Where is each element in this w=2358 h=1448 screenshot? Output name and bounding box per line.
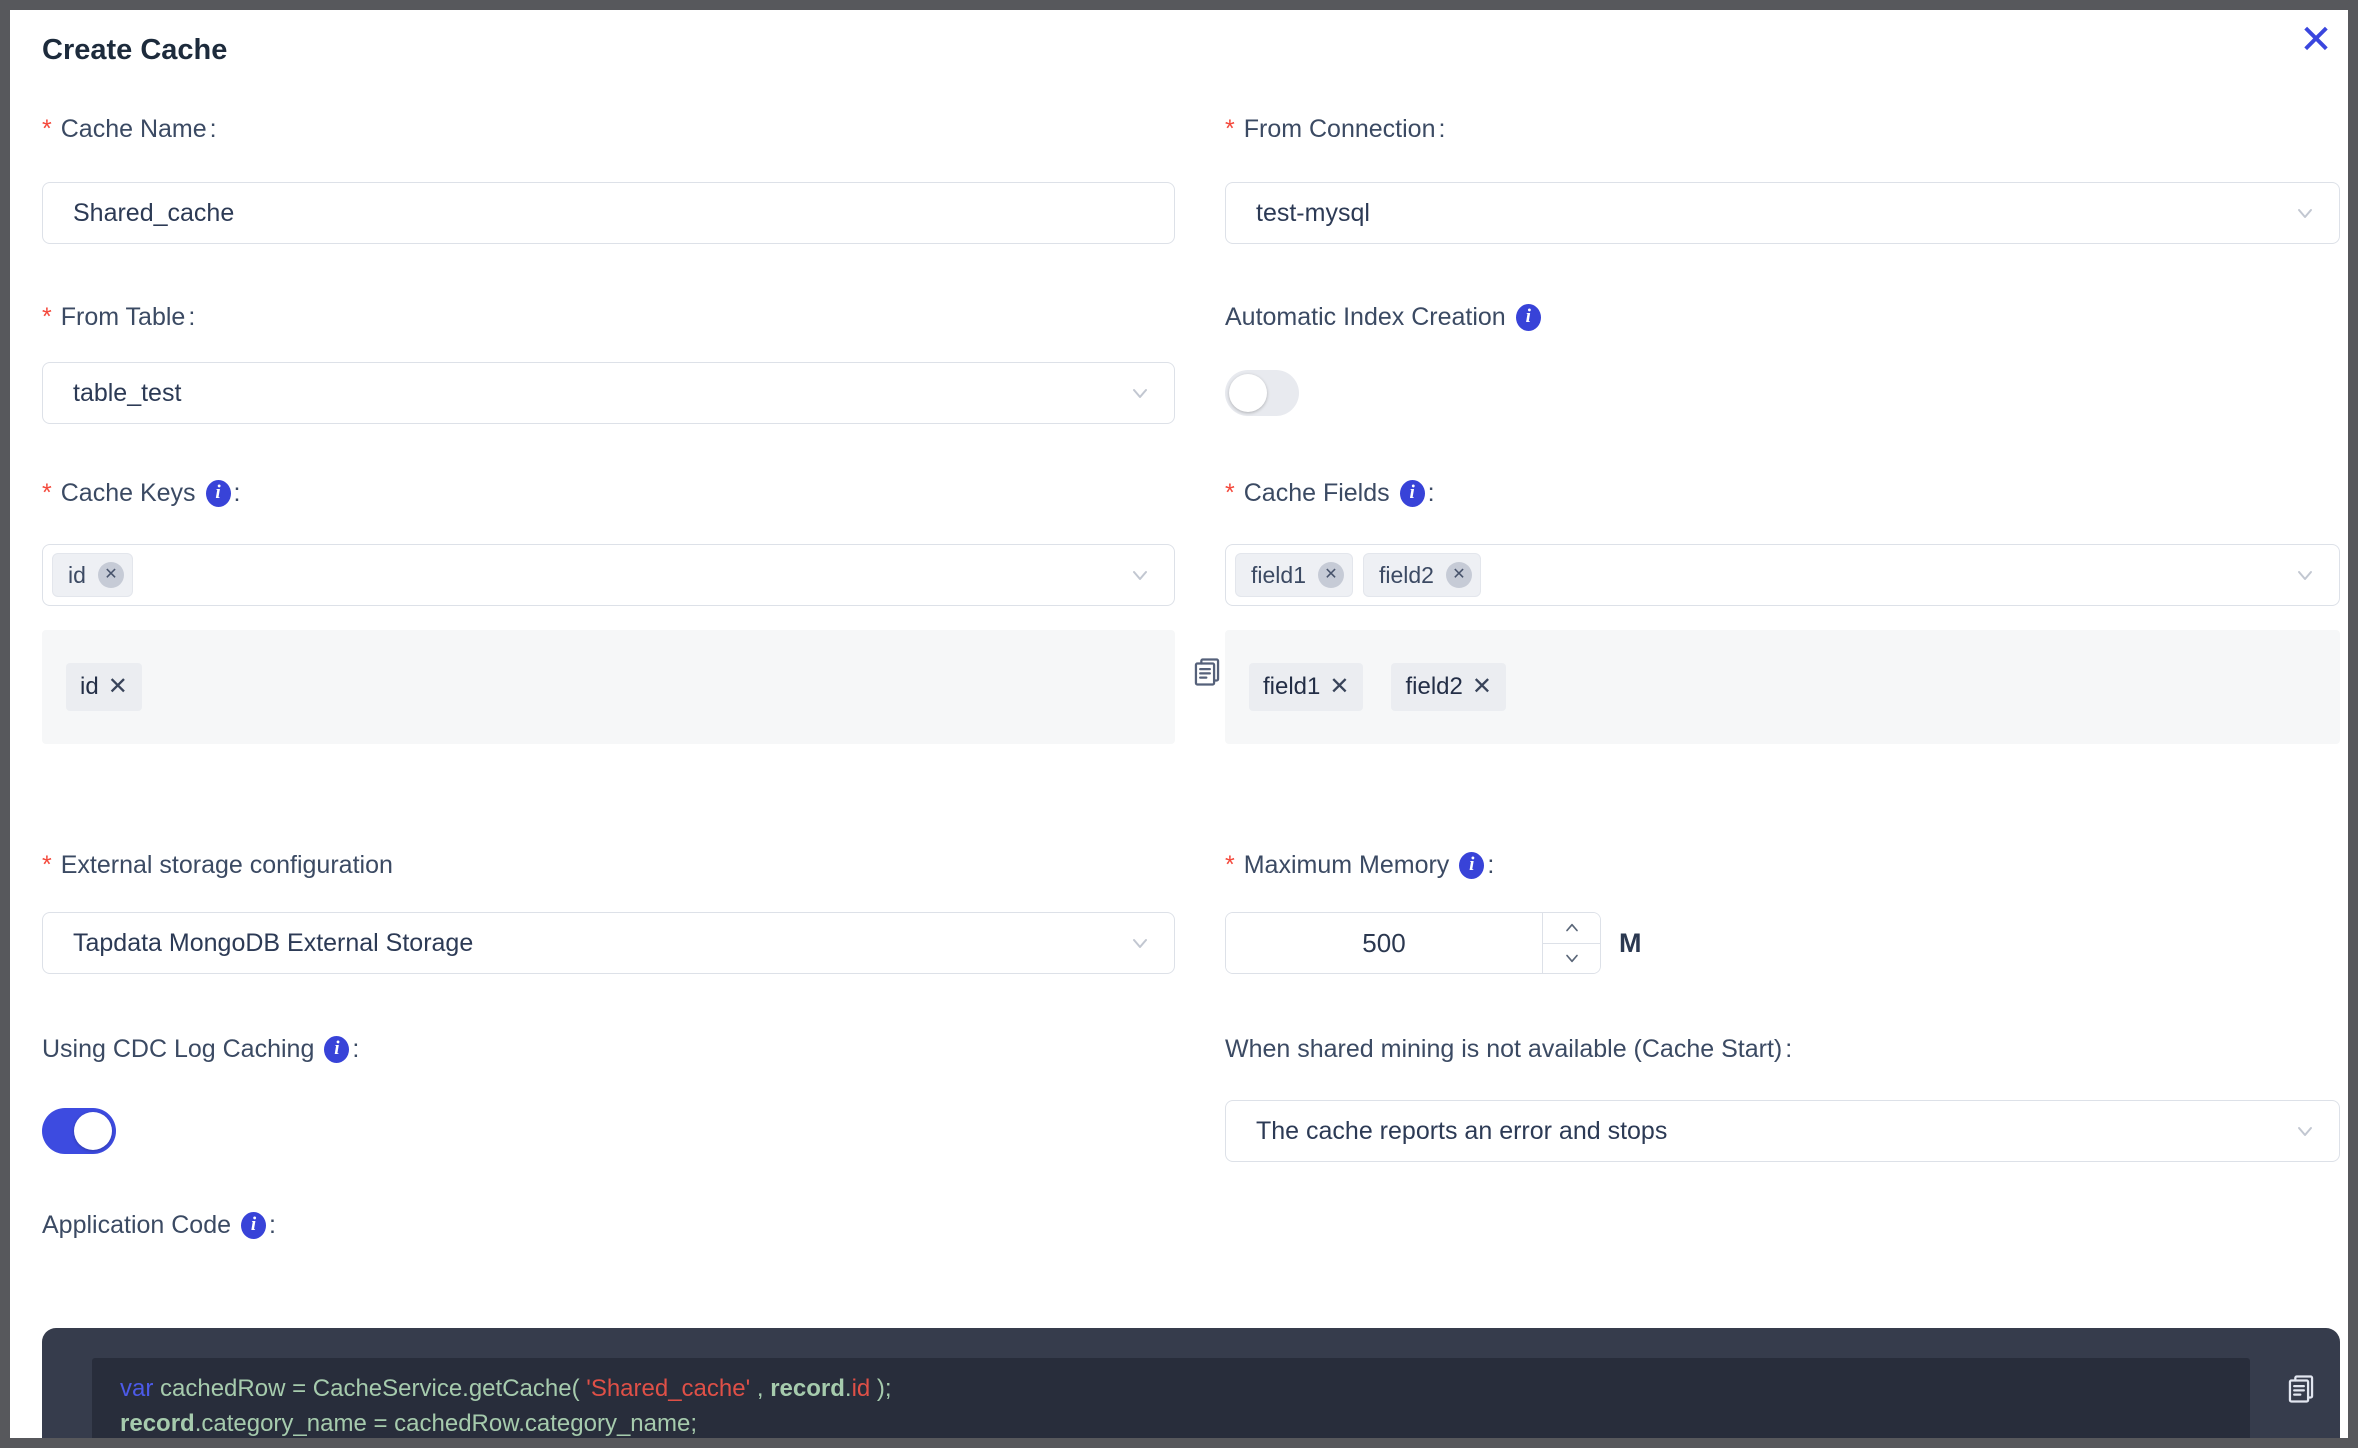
auto-index-label: Automatic Index Creation i: [1225, 300, 2340, 334]
code-content[interactable]: var cachedRow = CacheService.getCache( '…: [92, 1358, 2250, 1448]
max-memory-stepper: [1225, 912, 1601, 974]
from-table-value: table_test: [73, 379, 181, 408]
info-icon[interactable]: i: [206, 480, 231, 507]
spinner-down-icon[interactable]: [1543, 944, 1600, 974]
chevron-down-icon: [2293, 201, 2317, 225]
max-memory-input[interactable]: [1226, 913, 1542, 973]
required-mark: *: [42, 848, 52, 882]
max-memory-unit: M: [1619, 928, 1642, 959]
external-storage-select[interactable]: Tapdata MongoDB External Storage: [42, 912, 1175, 974]
chevron-down-icon: [1128, 381, 1152, 405]
external-storage-label: * External storage configuration: [42, 848, 1175, 882]
cache-start-select[interactable]: The cache reports an error and stops: [1225, 1100, 2340, 1162]
required-mark: *: [42, 300, 52, 334]
chevron-down-icon: [2293, 563, 2317, 587]
chevron-down-icon: [2293, 1119, 2317, 1143]
remove-tag-icon[interactable]: ✕: [1318, 562, 1344, 588]
from-connection-value: test-mysql: [1256, 199, 1370, 228]
cache-keys-label: * Cache Keys i :: [42, 476, 1175, 510]
cache-fields-preview-panel: field1 ✕ field2 ✕: [1225, 630, 2340, 744]
required-mark: *: [42, 112, 52, 146]
from-connection-label: * From Connection:: [1225, 112, 2340, 146]
cache-field-chip: field1 ✕: [1249, 663, 1363, 711]
remove-tag-icon[interactable]: ✕: [98, 562, 124, 588]
toggle-knob: [74, 1112, 112, 1150]
remove-chip-icon[interactable]: ✕: [1472, 675, 1492, 699]
external-storage-value: Tapdata MongoDB External Storage: [73, 929, 473, 958]
cache-field-tag: field2 ✕: [1363, 553, 1481, 597]
required-mark: *: [1225, 112, 1235, 146]
from-table-label: * From Table:: [42, 300, 1175, 334]
application-code-label: Application Code i :: [42, 1208, 2340, 1242]
toggle-knob: [1229, 374, 1267, 412]
chevron-down-icon: [1128, 563, 1152, 587]
cache-keys-select[interactable]: id ✕: [42, 544, 1175, 606]
code-line: record.category_name = cachedRow.categor…: [120, 1406, 2222, 1441]
cache-start-label: When shared mining is not available (Cac…: [1225, 1032, 2340, 1066]
info-icon[interactable]: i: [324, 1036, 349, 1063]
copy-code-icon[interactable]: [2284, 1372, 2318, 1411]
cache-fields-label: * Cache Fields i :: [1225, 476, 2340, 510]
cache-start-value: The cache reports an error and stops: [1256, 1117, 1667, 1146]
chevron-down-icon: [1128, 931, 1152, 955]
cache-keys-preview-panel: id ✕: [42, 630, 1175, 744]
from-connection-select[interactable]: test-mysql: [1225, 182, 2340, 244]
create-cache-dialog: ✕ Create Cache * Cache Name: * From Conn…: [0, 0, 2358, 1448]
page-title: Create Cache: [42, 30, 2340, 70]
info-icon[interactable]: i: [241, 1212, 266, 1239]
cache-key-chip: id ✕: [66, 663, 142, 711]
cdc-caching-label: Using CDC Log Caching i :: [42, 1032, 1175, 1066]
code-line: var cachedRow = CacheService.getCache( '…: [120, 1371, 2222, 1406]
info-icon[interactable]: i: [1459, 852, 1484, 879]
cache-field-tag: field1 ✕: [1235, 553, 1353, 597]
cache-name-input-wrap: [42, 182, 1175, 244]
spinner: [1542, 913, 1600, 973]
required-mark: *: [42, 476, 52, 510]
auto-index-toggle[interactable]: [1225, 370, 1299, 416]
dialog-content: Create Cache * Cache Name: * From Connec…: [10, 10, 2340, 1448]
max-memory-label: * Maximum Memory i :: [1225, 848, 2340, 882]
required-mark: *: [1225, 848, 1235, 882]
remove-chip-icon[interactable]: ✕: [108, 675, 128, 699]
cache-name-input[interactable]: [73, 199, 1152, 228]
info-icon[interactable]: i: [1516, 304, 1541, 331]
from-table-select[interactable]: table_test: [42, 362, 1175, 424]
spinner-up-icon[interactable]: [1543, 913, 1600, 944]
cache-fields-select[interactable]: field1 ✕ field2 ✕: [1225, 544, 2340, 606]
copy-icon[interactable]: [1190, 655, 1224, 694]
remove-tag-icon[interactable]: ✕: [1446, 562, 1472, 588]
code-editor: var cachedRow = CacheService.getCache( '…: [42, 1328, 2340, 1448]
required-mark: *: [1225, 476, 1235, 510]
remove-chip-icon[interactable]: ✕: [1329, 675, 1349, 699]
cache-name-label: * Cache Name:: [42, 112, 1175, 146]
info-icon[interactable]: i: [1400, 480, 1425, 507]
cdc-caching-toggle[interactable]: [42, 1108, 116, 1154]
cache-key-tag: id ✕: [52, 553, 133, 597]
cache-field-chip: field2 ✕: [1391, 663, 1505, 711]
